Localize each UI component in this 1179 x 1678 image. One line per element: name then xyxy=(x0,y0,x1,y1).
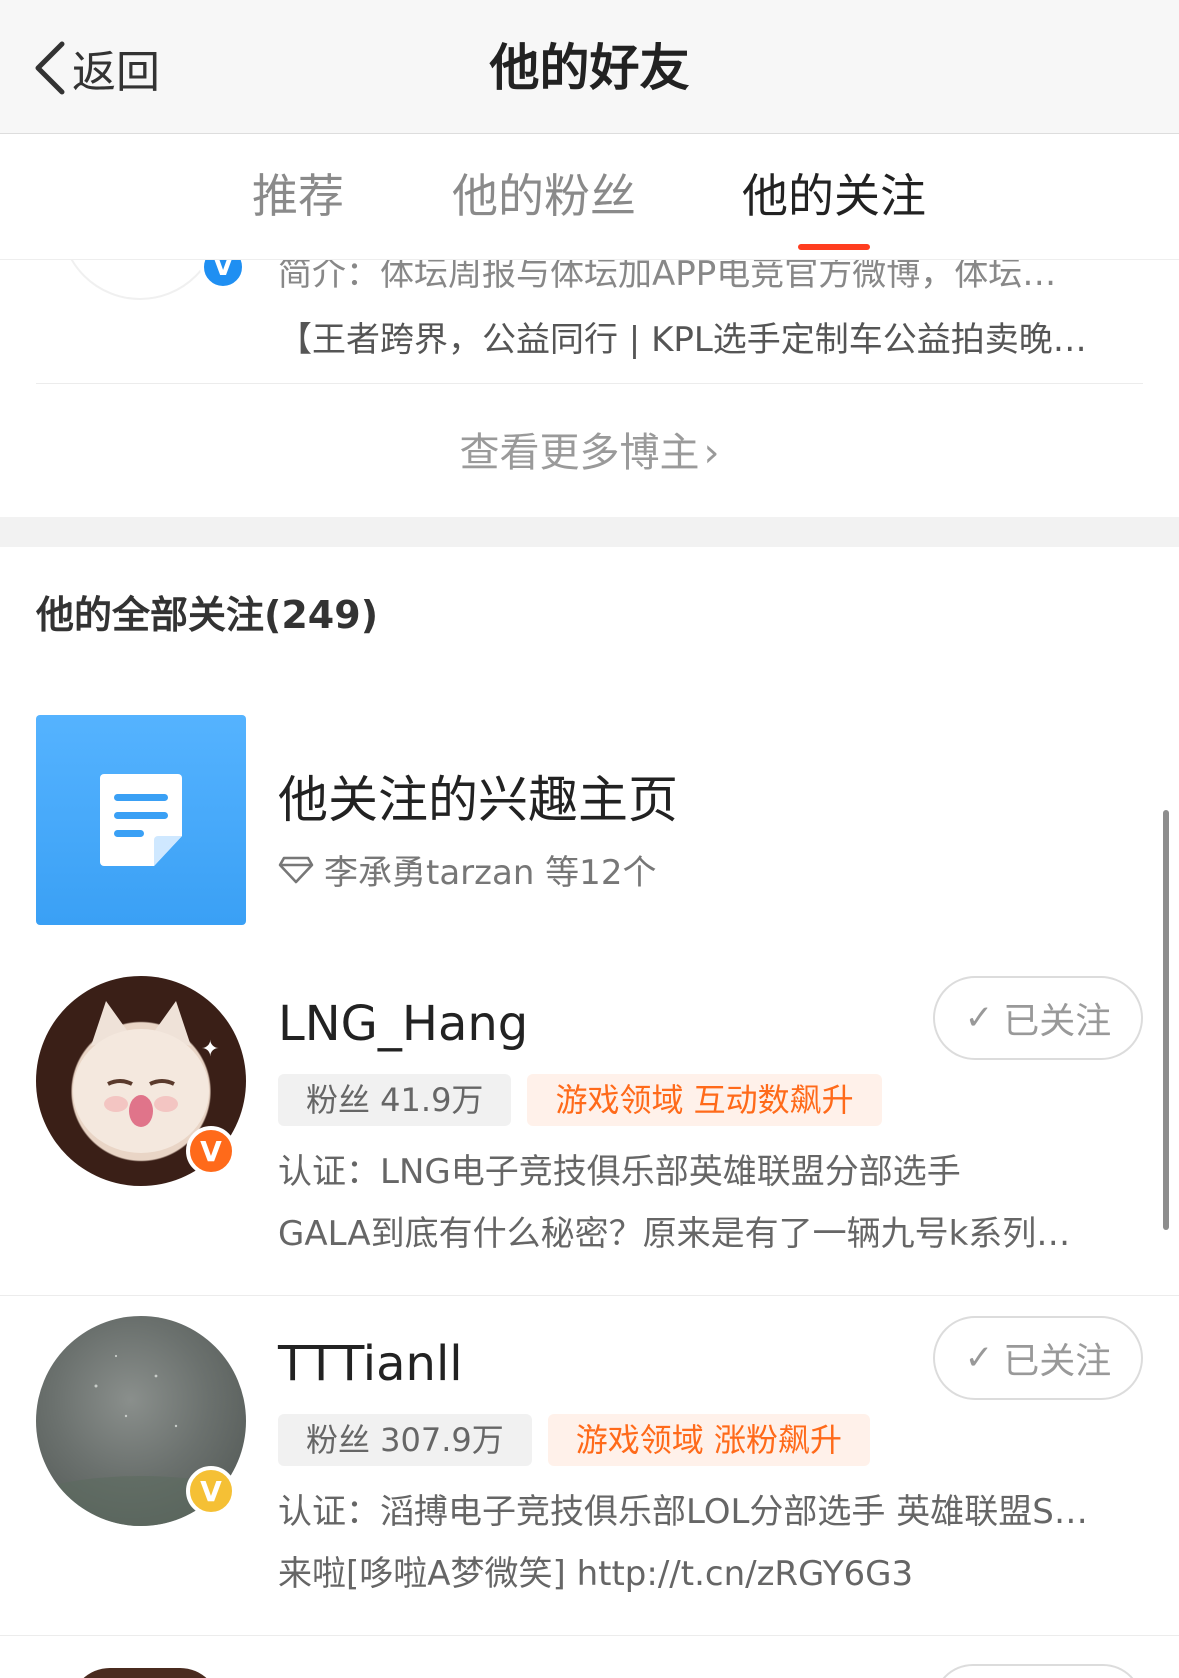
following-button[interactable]: ✓ 已关注 xyxy=(933,976,1143,1060)
verification-text: 认证：LNG电子竞技俱乐部英雄联盟分部选手 xyxy=(278,1152,961,1192)
fans-count-tag: 粉丝 41.9万 xyxy=(278,1074,512,1126)
section-gap xyxy=(0,517,1179,547)
tag-list: 粉丝 41.9万 游戏领域 互动数飙升 xyxy=(278,1074,882,1126)
view-more-label: 查看更多博主 xyxy=(459,430,700,476)
blogger-intro: 简介：体坛周报与体坛加APP电竞官方微博，体坛… xyxy=(278,260,1057,294)
verified-blue-icon: V xyxy=(200,260,246,290)
section-title: 他的全部关注(249) xyxy=(36,593,379,637)
tag-list: 粉丝 307.9万 游戏领域 涨粉飙升 xyxy=(278,1414,870,1466)
tab-his-fans[interactable]: 他的粉丝 xyxy=(452,164,636,228)
blogger-latest-post[interactable]: 【王者跨界，公益同行 | KPL选手定制车公益拍卖晚… xyxy=(278,312,1138,361)
view-more-bloggers-link[interactable]: 查看更多博主 › xyxy=(0,420,1179,478)
verified-gold-icon: V xyxy=(186,1466,236,1516)
page-title: 他的好友 xyxy=(489,39,690,97)
domain-tag[interactable]: 游戏领域 涨粉飙升 xyxy=(547,1414,870,1466)
following-button[interactable]: ✓ 已关注 xyxy=(933,1316,1143,1400)
diamond-icon xyxy=(278,856,314,883)
chevron-right-icon: › xyxy=(703,430,720,476)
active-tab-indicator xyxy=(798,244,870,250)
latest-post-text[interactable]: 来啦[哆啦A梦微笑] http://t.cn/zRGY6G3 xyxy=(278,1546,1138,1595)
interest-pages-item[interactable]: 他关注的兴趣主页 李承勇tarzan 等12个 xyxy=(0,700,1179,940)
latest-post-text[interactable]: GALA到底有什么秘密？原来是有了一辆九号k系列… xyxy=(278,1206,1138,1255)
nav-bar: 返回 他的好友 xyxy=(0,0,1179,134)
avatar[interactable] xyxy=(60,260,220,300)
tab-recommend[interactable]: 推荐 xyxy=(252,164,344,228)
svg-text:✦: ✦ xyxy=(201,1037,219,1062)
interest-title: 他关注的兴趣主页 xyxy=(278,771,678,829)
check-icon: ✓ xyxy=(964,998,994,1038)
avatar[interactable] xyxy=(70,1668,220,1678)
interest-subtitle: 李承勇tarzan 等12个 xyxy=(278,845,656,894)
tab-his-following[interactable]: 他的关注 xyxy=(742,164,926,228)
domain-tag[interactable]: 游戏领域 互动数飙升 xyxy=(527,1074,882,1126)
divider xyxy=(0,1635,1179,1636)
following-button[interactable] xyxy=(933,1664,1143,1678)
username[interactable]: LNG_Hang xyxy=(278,996,528,1052)
following-label: 已关注 xyxy=(1003,1341,1112,1382)
divider xyxy=(36,383,1143,384)
tab-bar: 推荐 他的粉丝 他的关注 xyxy=(0,134,1179,260)
interest-subtitle-text: 李承勇tarzan 等12个 xyxy=(324,853,657,893)
fans-count-tag: 粉丝 307.9万 xyxy=(278,1414,532,1466)
username[interactable]: TTTianll xyxy=(278,1336,463,1392)
user-row[interactable]: V TTTianll ✓ 已关注 粉丝 307.9万 游戏领域 涨粉飙升 认证：… xyxy=(0,1296,1179,1636)
scrollbar[interactable] xyxy=(1163,810,1169,1230)
user-row[interactable]: ✦ V LNG_Hang ✓ 已关注 粉丝 41.9万 游戏领域 互动数飙升 认… xyxy=(0,956,1179,1296)
check-icon: ✓ xyxy=(964,1338,994,1378)
following-label: 已关注 xyxy=(1003,1001,1112,1042)
verified-orange-icon: V xyxy=(186,1126,236,1176)
document-icon xyxy=(36,715,246,925)
recommended-blogger-card: V 简介：体坛周报与体坛加APP电竞官方微博，体坛… 【王者跨界，公益同行 | … xyxy=(0,260,1179,517)
verification-text: 认证：滔搏电子竞技俱乐部LOL分部选手 英雄联盟S… xyxy=(278,1492,1088,1532)
